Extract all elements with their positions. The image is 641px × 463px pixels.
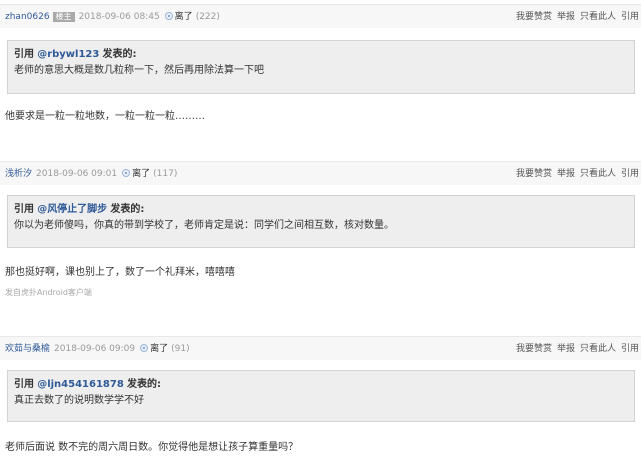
quoted-user-link[interactable]: @风停止了脚步 [37,204,107,215]
quote-label: 引用 [14,49,34,60]
quote-text: 老师的意思大概是数几粒称一下，然后再用除法算一下吧 [14,65,264,76]
online-status-icon [122,169,131,177]
post-actions: 我要赞赏 举报 只看此人 引用 [511,344,639,355]
post-2: 浅析汐 2018-09-06 09:01 离了 (117) 我要赞赏 举报 只看此人引用 … [0,161,641,331]
quote-said: 发表的: [102,49,137,60]
post-time: 2018-09-06 09:09 [54,344,136,354]
online-status-icon [164,12,173,20]
post-header: zhan0626 楼主 2018-09-06 08:45 离了 (222) 我要赞赏 举报… [0,4,641,28]
author-link[interactable]: 浅析汐 [5,169,32,179]
status-count: (91) [171,344,190,354]
tip-button[interactable]: 我要赞赏 [516,169,552,179]
report-button[interactable]: 举报 [557,344,575,354]
quoted-user-link[interactable]: @rbywl123 [37,49,99,60]
post-actions: 我要赞赏 举报 只看此人 引用 [511,169,639,180]
post-source: 发自虎扑Android客户端 [5,288,92,297]
status-text: 离了 [174,12,193,22]
status-text: 离了 [132,169,151,179]
quote-button[interactable]: 引用 [621,169,639,179]
post-content: 他要求是一粒一粒地数，一粒一粒一粒……… [5,111,205,122]
post-header: 浅析汐 2018-09-06 09:01 离了 (117) 我要赞赏 举报 只看此人 引用 [0,161,641,185]
only-this-user-button[interactable]: 只看此人 [580,344,616,354]
status-count: (222) [195,12,220,22]
tip-button[interactable]: 我要赞赏 [516,12,552,22]
status-text: 离了 [150,344,169,354]
author-link[interactable]: 欢茹与桑榆 [5,344,50,354]
quote-text: 你以为老师傻吗，你真的带到学校了，老师肯定是说：同学们之间相互数，核对数量。 [14,220,394,231]
post-content: 那也挺好啊，课也别上了，数了一个礼拜米，嘻嘻嘻 [5,267,235,278]
quote-text: 真正去数了的说明数学学不好 [14,395,144,406]
quote-block: 引用 @rbywl123 发表的: 老师的意思大概是数几粒称一下，然后再用除法算… [7,40,635,94]
status-count: (117) [153,169,178,179]
quote-said: 发表的: [126,379,161,390]
quoted-user-link[interactable]: @ljn454161878 [37,379,124,390]
quote-button[interactable]: 引用 [621,12,639,22]
quote-block: 引用 @ljn454161878 发表的: 真正去数了的说明数学学不好 [7,370,635,422]
post-1: zhan0626 楼主 2018-09-06 08:45 离了 (222) 我要赞赏 举报… [0,4,641,154]
post-content: 老师后面说 数不完的周六周日数。你觉得他是想让孩子算重量吗？ [5,442,299,453]
quote-label: 引用 [14,204,34,215]
only-this-user-button[interactable]: 只看此人 [580,169,616,179]
post-time: 2018-09-06 08:45 [78,12,160,22]
report-button[interactable]: 举报 [557,12,575,22]
op-badge: 楼主 [52,12,75,22]
report-button[interactable]: 举报 [557,169,575,179]
post-actions: 我要赞赏 举报 只看此人 引用 [511,12,639,23]
quote-button[interactable]: 引用 [621,344,639,354]
post-time: 2018-09-06 09:01 [36,169,118,179]
quote-said: 发表的: [110,204,145,215]
author-link[interactable]: zhan0626 [5,12,50,22]
online-status-icon [140,344,149,352]
only-this-user-button[interactable]: 只看此人 [580,12,616,22]
tip-button[interactable]: 我要赞赏 [516,344,552,354]
post-header: 欢茹与桑榆 2018-09-06 09:09 离了 (91) 我要赞赏 举报 只看此人 引用 [0,336,641,360]
post-3: 欢茹与桑榆 2018-09-06 09:09 离了 (91) 我要赞赏 举报 只看此人 引用… [0,336,641,463]
quote-block: 引用 @风停止了脚步 发表的: 你以为老师傻吗，你真的带到学校了，老师肯定是说：… [7,195,635,248]
quote-label: 引用 [14,379,34,390]
